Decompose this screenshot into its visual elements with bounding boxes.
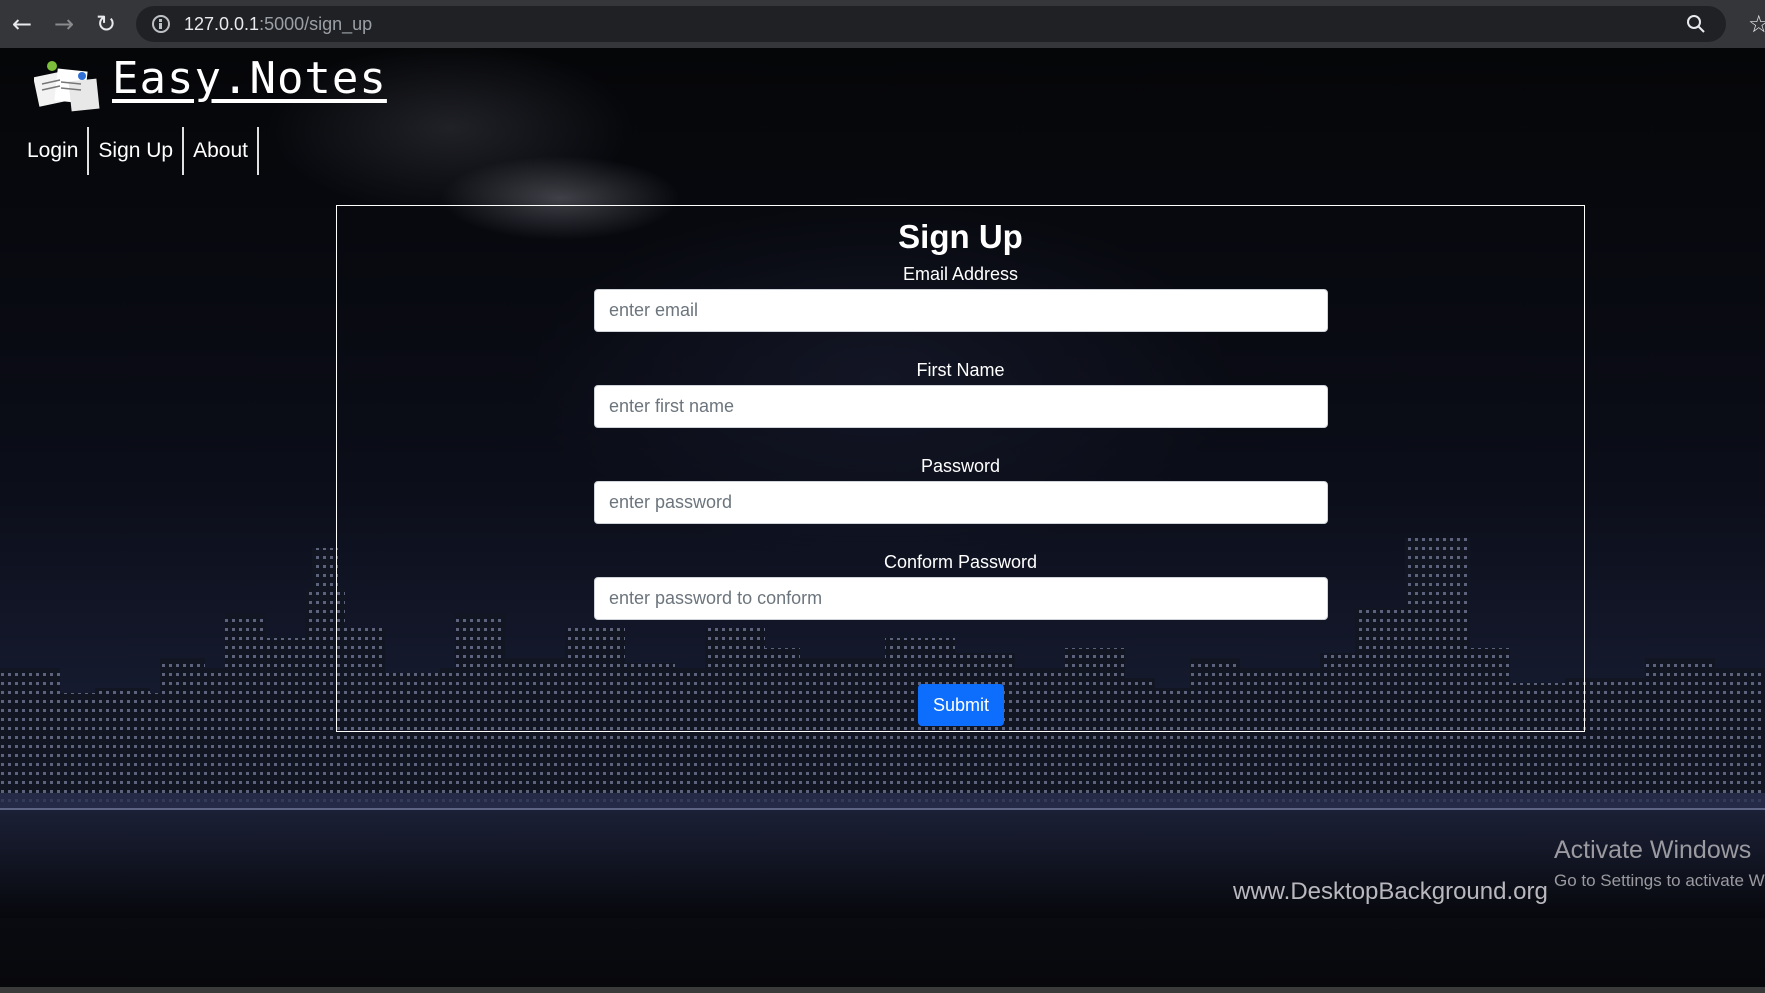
email-input[interactable] — [594, 289, 1328, 332]
password-label: Password — [920, 456, 1001, 476]
url-path: :5000/sign_up — [259, 13, 373, 34]
sign-up-form: Sign Up Email Address First Name Passwor… — [336, 205, 1585, 732]
url-host: 127.0.0.1 — [184, 13, 260, 34]
bottom-strip — [0, 987, 1765, 993]
address-bar[interactable]: 127.0.0.1:5000/sign_up — [136, 6, 1726, 42]
main-nav: Login Sign Up About — [18, 127, 259, 175]
confirm-password-label: Conform Password — [883, 552, 1038, 572]
page-viewport: Easy.Notes Login Sign Up About Sign Up E… — [0, 48, 1765, 993]
browser-toolbar: ← → ↻ 127.0.0.1:5000/sign_up ☆ — [0, 0, 1765, 48]
nav-sign-up[interactable]: Sign Up — [89, 127, 185, 175]
site-title[interactable]: Easy.Notes — [112, 53, 387, 104]
nav-login[interactable]: Login — [18, 127, 90, 175]
arrow-right-icon[interactable]: → — [44, 4, 84, 44]
first-name-label: First Name — [916, 360, 1005, 380]
arrow-left-icon[interactable]: ← — [2, 4, 42, 44]
background-watermark: www.DesktopBackground.org — [1233, 878, 1548, 905]
activate-windows-title: Activate Windows — [1554, 836, 1752, 864]
email-label: Email Address — [902, 264, 1019, 284]
form-title: Sign Up — [898, 218, 1023, 255]
reload-icon[interactable]: ↻ — [86, 4, 126, 44]
first-name-input[interactable] — [594, 385, 1328, 428]
magnifier-icon[interactable] — [1686, 14, 1706, 34]
confirm-password-input[interactable] — [594, 577, 1328, 620]
activate-windows-subtitle: Go to Settings to activate Windows. — [1554, 871, 1765, 890]
nav-about[interactable]: About — [184, 127, 259, 175]
notes-logo-icon — [34, 61, 100, 112]
submit-button[interactable]: Submit — [918, 684, 1004, 726]
info-icon[interactable] — [152, 15, 170, 33]
password-input[interactable] — [594, 481, 1328, 524]
star-icon[interactable]: ☆ — [1748, 10, 1765, 38]
